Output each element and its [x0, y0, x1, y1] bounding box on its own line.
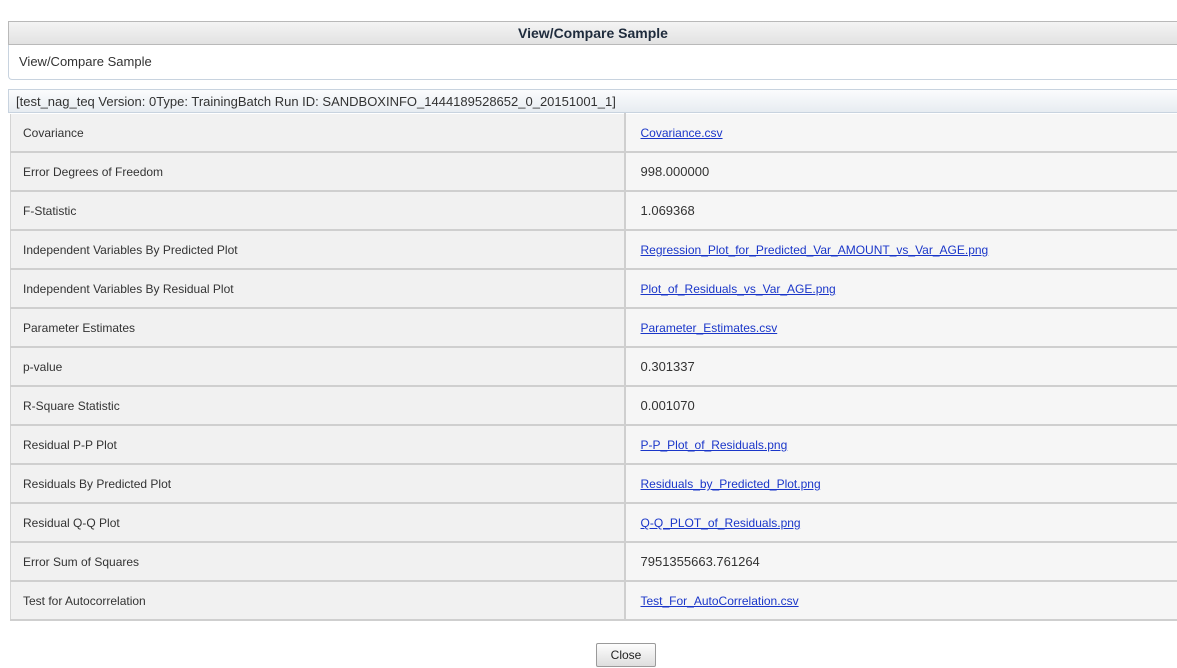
file-link[interactable]: Plot_of_Residuals_vs_Var_AGE.png	[641, 282, 836, 296]
run-info-text: [test_nag_teq Version: 0Type: TrainingBa…	[16, 94, 616, 109]
row-name: R-Square Statistic	[10, 385, 626, 426]
row-value: 1.069368	[640, 203, 695, 218]
row-name: F-Statistic	[10, 190, 626, 231]
row-value-cell: P-P_Plot_of_Residuals.png	[624, 424, 1177, 465]
row-name: Residuals By Predicted Plot	[10, 463, 626, 504]
section-frame	[8, 45, 1177, 80]
table-row: Parameter Estimates Parameter_Estimates.c…	[10, 307, 1177, 348]
table-row: Error Degrees of Freedom 998.000000	[10, 151, 1177, 192]
table-row: Independent Variables By Residual Plot Pl…	[10, 268, 1177, 309]
row-value-cell: Residuals_by_Predicted_Plot.png	[624, 463, 1177, 504]
file-link[interactable]: Q-Q_PLOT_of_Residuals.png	[641, 516, 801, 530]
table-row: Residual P-P Plot P-P_Plot_of_Residuals.p…	[10, 424, 1177, 465]
table-row: Residuals By Predicted Plot Residuals_by_…	[10, 463, 1177, 504]
row-value-cell: Q-Q_PLOT_of_Residuals.png	[624, 502, 1177, 543]
row-value-cell: Regression_Plot_for_Predicted_Var_AMOUNT…	[624, 229, 1177, 270]
row-name: Test for Autocorrelation	[10, 580, 626, 621]
row-name: Residual P-P Plot	[10, 424, 626, 465]
row-value-cell: 1.069368	[624, 190, 1177, 231]
table-row: Covariance Covariance.csv	[10, 113, 1177, 153]
file-link[interactable]: P-P_Plot_of_Residuals.png	[641, 438, 788, 452]
row-value-cell: Plot_of_Residuals_vs_Var_AGE.png	[624, 268, 1177, 309]
table-row: R-Square Statistic 0.001070	[10, 385, 1177, 426]
results-table-body: Covariance Covariance.csv Error Degrees of…	[10, 113, 1177, 621]
section-subtitle: View/Compare Sample	[19, 54, 152, 69]
table-row: Test for Autocorrelation Test_For_AutoCor…	[10, 580, 1177, 621]
table-row: F-Statistic 1.069368	[10, 190, 1177, 231]
dialog-title: View/Compare Sample	[518, 25, 668, 41]
row-value-cell: Test_For_AutoCorrelation.csv	[624, 580, 1177, 621]
dialog-title-bar: View/Compare Sample	[8, 21, 1177, 45]
run-info-header: [test_nag_teq Version: 0Type: TrainingBa…	[8, 89, 1177, 113]
row-value: 998.000000	[640, 164, 710, 179]
row-name: Error Degrees of Freedom	[10, 151, 626, 192]
file-link[interactable]: Test_For_AutoCorrelation.csv	[641, 594, 799, 608]
table-row: Independent Variables By Predicted Plot R…	[10, 229, 1177, 270]
view-compare-sample-dialog: View/Compare Sample View/Compare Sample …	[0, 0, 1177, 668]
row-name: Residual Q-Q Plot	[10, 502, 626, 543]
file-link[interactable]: Parameter_Estimates.csv	[641, 321, 778, 335]
row-name: Parameter Estimates	[10, 307, 626, 348]
file-link[interactable]: Residuals_by_Predicted_Plot.png	[641, 477, 821, 491]
table-row: Error Sum of Squares 7951355663.761264	[10, 541, 1177, 582]
results-table: Covariance Covariance.csv Error Degrees of…	[10, 113, 1177, 621]
row-value: 7951355663.761264	[640, 554, 760, 569]
row-value-cell: 998.000000	[624, 151, 1177, 192]
file-link[interactable]: Regression_Plot_for_Predicted_Var_AMOUNT…	[641, 243, 989, 257]
row-value-cell: Parameter_Estimates.csv	[624, 307, 1177, 348]
row-value: 0.301337	[640, 359, 695, 374]
row-name: p-value	[10, 346, 626, 387]
row-value-cell: 0.301337	[624, 346, 1177, 387]
row-value: 0.001070	[640, 398, 695, 413]
row-value-cell: 7951355663.761264	[624, 541, 1177, 582]
close-button[interactable]: Close	[596, 643, 656, 667]
file-link[interactable]: Covariance.csv	[641, 126, 723, 140]
row-name: Independent Variables By Predicted Plot	[10, 229, 626, 270]
row-name: Independent Variables By Residual Plot	[10, 268, 626, 309]
row-name: Error Sum of Squares	[10, 541, 626, 582]
row-value-cell: Covariance.csv	[624, 113, 1177, 153]
table-row: p-value 0.301337	[10, 346, 1177, 387]
row-name: Covariance	[10, 113, 626, 153]
row-value-cell: 0.001070	[624, 385, 1177, 426]
table-row: Residual Q-Q Plot Q-Q_PLOT_of_Residuals.p…	[10, 502, 1177, 543]
